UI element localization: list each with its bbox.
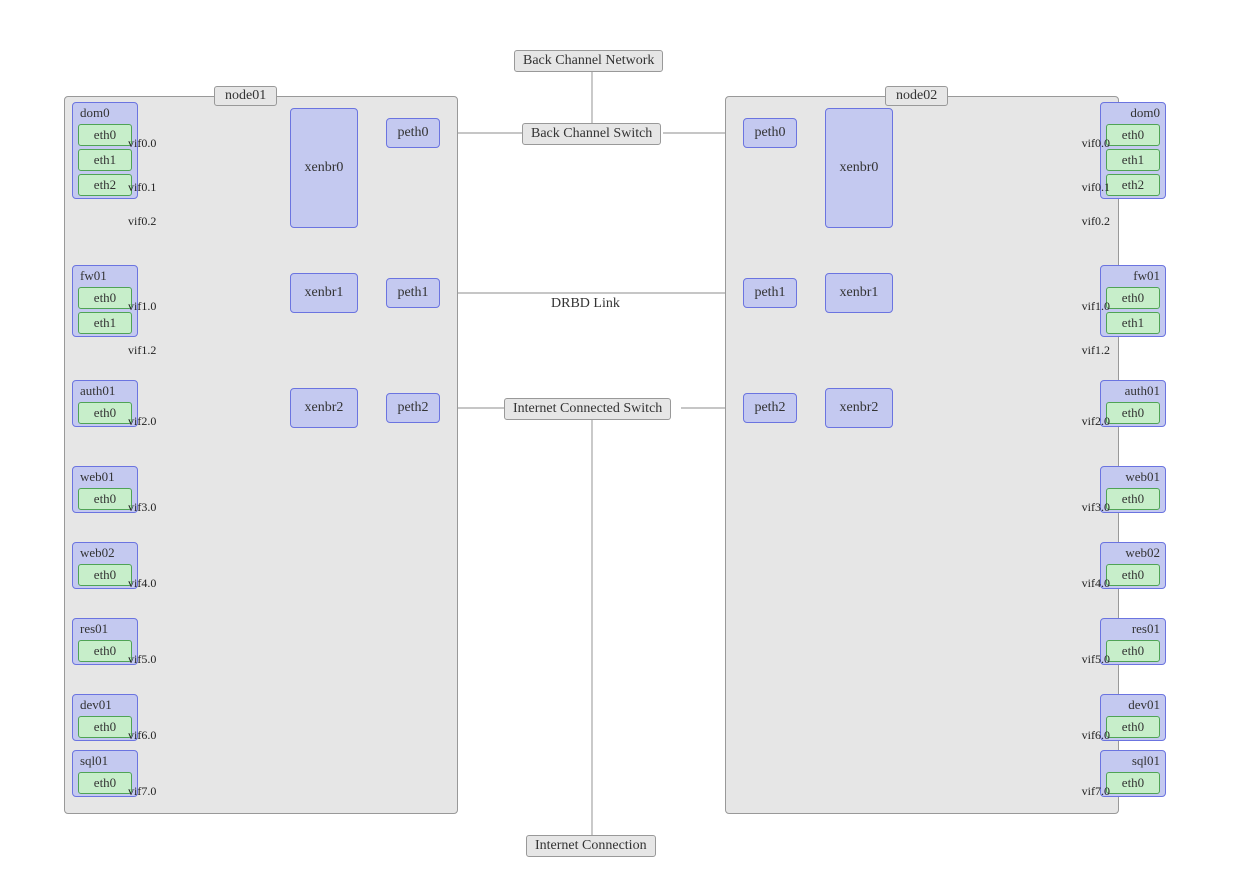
vif-label: vif1.2 xyxy=(128,343,156,358)
nic: eth0 xyxy=(78,124,132,146)
node02-container xyxy=(725,96,1119,814)
xenbr2: xenbr2 xyxy=(290,388,358,428)
xenbr1-r: xenbr1 xyxy=(825,273,893,313)
xenbr0-r: xenbr0 xyxy=(825,108,893,228)
vif-label: vif4.0 xyxy=(1082,576,1110,591)
nic: eth0 xyxy=(78,488,132,510)
nic: eth1 xyxy=(78,312,132,334)
nic: eth0 xyxy=(1106,402,1160,424)
vif-label: vif0.0 xyxy=(128,136,156,151)
vif-label: vif0.1 xyxy=(1082,180,1110,195)
nic: eth0 xyxy=(78,564,132,586)
vif-label: vif2.0 xyxy=(1082,414,1110,429)
nic: eth0 xyxy=(78,772,132,794)
nic: eth0 xyxy=(1106,772,1160,794)
vif-label: vif4.0 xyxy=(128,576,156,591)
nic: eth0 xyxy=(1106,716,1160,738)
vif-label: vif0.2 xyxy=(128,214,156,229)
vif-label: vif7.0 xyxy=(1082,784,1110,799)
vif-label: vif6.0 xyxy=(1082,728,1110,743)
nic: eth2 xyxy=(1106,174,1160,196)
nic: eth1 xyxy=(1106,149,1160,171)
peth2: peth2 xyxy=(386,393,440,423)
peth1-r: peth1 xyxy=(743,278,797,308)
vif-label: vif0.1 xyxy=(128,180,156,195)
vif-label: vif5.0 xyxy=(128,652,156,667)
drbd-link-label: DRBD Link xyxy=(551,296,620,312)
nic: eth0 xyxy=(78,716,132,738)
peth2-r: peth2 xyxy=(743,393,797,423)
xenbr0: xenbr0 xyxy=(290,108,358,228)
node02-title: node02 xyxy=(885,86,948,106)
peth0: peth0 xyxy=(386,118,440,148)
internet-connection: Internet Connection xyxy=(526,835,656,857)
xenbr1: xenbr1 xyxy=(290,273,358,313)
nic: eth1 xyxy=(78,149,132,171)
back-channel-network: Back Channel Network xyxy=(514,50,663,72)
nic: eth0 xyxy=(1106,287,1160,309)
node01-title: node01 xyxy=(214,86,277,106)
back-channel-switch: Back Channel Switch xyxy=(522,123,661,145)
vif-label: vif5.0 xyxy=(1082,652,1110,667)
nic: eth0 xyxy=(1106,124,1160,146)
vif-label: vif6.0 xyxy=(128,728,156,743)
nic: eth1 xyxy=(1106,312,1160,334)
nic: eth0 xyxy=(78,640,132,662)
nic: eth2 xyxy=(78,174,132,196)
vif-label: vif0.0 xyxy=(1082,136,1110,151)
internet-switch: Internet Connected Switch xyxy=(504,398,671,420)
vif-label: vif0.2 xyxy=(1082,214,1110,229)
xenbr2-r: xenbr2 xyxy=(825,388,893,428)
vif-label: vif2.0 xyxy=(128,414,156,429)
vif-label: vif1.0 xyxy=(1082,299,1110,314)
nic: eth0 xyxy=(1106,564,1160,586)
nic: eth0 xyxy=(1106,488,1160,510)
vif-label: vif7.0 xyxy=(128,784,156,799)
nic: eth0 xyxy=(78,287,132,309)
nic: eth0 xyxy=(1106,640,1160,662)
vif-label: vif3.0 xyxy=(1082,500,1110,515)
vif-label: vif1.0 xyxy=(128,299,156,314)
nic: eth0 xyxy=(78,402,132,424)
vif-label: vif1.2 xyxy=(1082,343,1110,358)
vif-label: vif3.0 xyxy=(128,500,156,515)
peth0-r: peth0 xyxy=(743,118,797,148)
peth1: peth1 xyxy=(386,278,440,308)
